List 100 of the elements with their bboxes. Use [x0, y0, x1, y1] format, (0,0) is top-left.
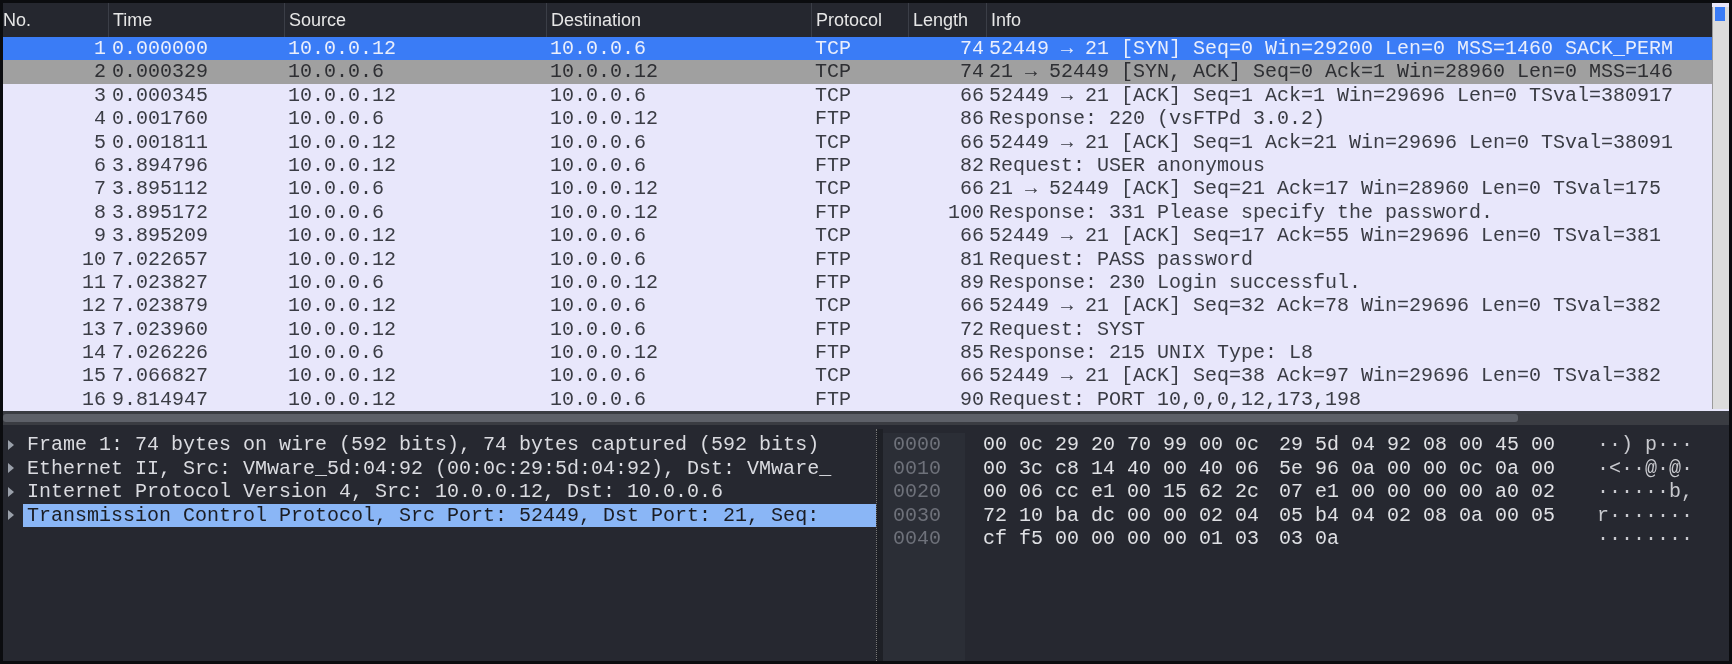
table-cell-text: Response: 215 UNIX Type: L8	[988, 341, 1315, 365]
tree-item[interactable]: Internet Protocol Version 4, Src: 10.0.0.12, Dst: 10.0.0.6	[23, 480, 876, 504]
packet-row[interactable]: 4 0.001760 10.0.0.6 10.0.0.12 FTP 86 Response: 220 (vsFTPd 3.0.2)	[3, 107, 1712, 131]
table-cell-text: 66	[959, 83, 985, 108]
table-cell-text: 86	[959, 107, 985, 131]
table-cell-text: 13	[81, 317, 107, 342]
hex-bytes: 5e 96 0a 00 00 0c 0a 00	[1279, 456, 1557, 480]
tree-item[interactable]: Ethernet II, Src: VMware_5d:04:92 (00:0c:29:5d:04:92), Dst: VMware_	[23, 456, 876, 480]
table-cell-text: 7.023827	[111, 270, 209, 295]
packet-row[interactable]: 14 7.026226 10.0.0.6 10.0.0.12 FTP 85 Response: 215 UNIX Type: L8	[3, 341, 1712, 365]
table-cell-text: FTP	[814, 247, 852, 271]
table-cell-text: 66	[959, 294, 985, 318]
table-cell-text: TCP	[814, 224, 852, 248]
table-cell-text: 15	[81, 364, 107, 388]
packet-row[interactable]: 15 7.066827 10.0.0.12 10.0.0.6 TCP 66 52449 → 21 [ACK] Seq=38 Ack=97 Win=29696 Len=0 TSval=382	[3, 364, 1712, 388]
table-cell-text: 10.0.0.6	[549, 387, 647, 412]
tree-item[interactable]: Transmission Control Protocol, Src Port: 52449, Dst Port: 21, Seq:	[23, 503, 876, 527]
table-cell-text: 10.0.0.6	[287, 270, 385, 295]
table-cell-text: TCP	[814, 60, 852, 84]
table-cell-text: 10.0.0.12	[287, 247, 398, 271]
table-cell-text: 21 → 52449 [SYN, ACK] Seq=0 Ack=1 Win=28960 Len=0 MSS=146	[988, 60, 1675, 84]
packet-row[interactable]: 2 0.000329 10.0.0.6 10.0.0.12 TCP 74 21 → 52449 [SYN, ACK] Seq=0 Ack=1 Win=28960 Len=0 MSS=146	[3, 60, 1712, 84]
table-cell-text: 10.0.0.6	[549, 83, 647, 108]
vertical-scrollbar[interactable]	[1712, 7, 1729, 409]
table-cell-text: 4	[93, 107, 107, 131]
expand-arrow-icon[interactable]	[7, 510, 15, 521]
table-cell-text: TCP	[814, 83, 852, 108]
table-cell-text: 10.0.0.12	[287, 83, 398, 108]
table-cell-text: 10.0.0.6	[549, 364, 647, 388]
table-cell-text: 10.0.0.12	[287, 153, 398, 178]
table-cell-text: FTP	[814, 341, 852, 365]
table-cell-text: 0.000345	[111, 83, 209, 108]
expand-arrow-icon[interactable]	[7, 463, 15, 474]
hex-bytes: cf f5 00 00 00 00 01 03	[983, 527, 1260, 550]
table-cell-text: 7.026226	[111, 341, 209, 365]
packet-row[interactable]: 12 7.023879 10.0.0.12 10.0.0.6 TCP 66 52449 → 21 [ACK] Seq=32 Ack=78 Win=29696 Len=0 TSval=382	[3, 294, 1712, 318]
table-cell-text: 10.0.0.12	[287, 130, 398, 154]
table-cell-text: 10.0.0.12	[549, 60, 660, 84]
table-cell-text: 10.0.0.12	[549, 200, 660, 225]
table-cell-text: 3.895209	[111, 224, 209, 248]
table-cell-text: 7.023879	[111, 294, 209, 318]
byte-offset: 0010	[893, 456, 942, 480]
table-cell-text: 10.0.0.6	[287, 60, 385, 84]
table-cell-text: Request: PASS password	[988, 247, 1255, 271]
packet-row[interactable]: 6 3.894796 10.0.0.12 10.0.0.6 FTP 82 Request: USER anonymous	[3, 153, 1712, 178]
packet-row[interactable]: 10 7.022657 10.0.0.12 10.0.0.6 FTP 81 Request: PASS password	[3, 247, 1712, 271]
table-cell-text: 9.814947	[111, 387, 209, 412]
byte-offset: 0020	[893, 480, 942, 504]
table-cell-text: TCP	[814, 177, 852, 201]
packet-row[interactable]: 8 3.895172 10.0.0.6 10.0.0.12 FTP 100 Response: 331 Please specify the password.	[3, 200, 1712, 225]
table-cell-text: 10.0.0.6	[549, 294, 647, 318]
table-cell-text: 10.0.0.12	[549, 177, 660, 201]
ascii-bytes: r·······	[1597, 503, 1694, 527]
table-cell-text: 10.0.0.12	[287, 317, 398, 342]
table-cell-text: FTP	[814, 200, 852, 225]
table-cell-text: 74	[959, 37, 985, 61]
table-cell-text: FTP	[814, 270, 852, 295]
packet-row[interactable]: 9 3.895209 10.0.0.12 10.0.0.6 TCP 66 52449 → 21 [ACK] Seq=17 Ack=55 Win=29696 Len=0 TSval=381	[3, 224, 1712, 248]
table-cell-text: 10.0.0.12	[287, 37, 398, 61]
table-cell-text: 52449 → 21 [ACK] Seq=17 Ack=55 Win=29696 Len=0 TSval=381	[988, 224, 1663, 248]
table-cell-text: TCP	[814, 294, 852, 318]
packet-row[interactable]: 3 0.000345 10.0.0.12 10.0.0.6 TCP 66 52449 → 21 [ACK] Seq=1 Ack=1 Win=29696 Len=0 TSval=380917	[3, 83, 1712, 108]
expand-arrow-icon[interactable]	[7, 439, 15, 450]
byte-offset: 0040	[893, 527, 942, 551]
splitter-handle[interactable]	[876, 429, 883, 661]
tree-item[interactable]: Frame 1: 74 bytes on wire (592 bits), 74 bytes captured (592 bits)	[23, 433, 876, 457]
table-cell-text: 10.0.0.6	[549, 153, 647, 178]
table-cell-text: 66	[959, 130, 985, 154]
table-cell-text: 10.0.0.6	[549, 224, 647, 248]
table-cell-text: FTP	[814, 153, 852, 178]
hex-bytes: 03 0a	[1279, 527, 1341, 551]
table-cell-text: 7.022657	[111, 247, 209, 271]
table-cell-text: Response: 220 (vsFTPd 3.0.2)	[988, 107, 1327, 131]
table-cell-text: FTP	[814, 317, 852, 342]
column-header[interactable]: No.	[3, 3, 108, 37]
table-cell-text: 10	[81, 247, 107, 271]
expand-arrow-icon[interactable]	[7, 486, 15, 497]
table-cell-text: 3	[93, 83, 107, 108]
table-cell-text: 52449 → 21 [ACK] Seq=32 Ack=78 Win=29696 Len=0 TSval=382	[988, 294, 1663, 318]
table-cell-text: 0.001811	[111, 130, 209, 154]
table-cell-text: 52449 → 21 [ACK] Seq=1 Ack=21 Win=29696 Len=0 TSval=38091	[988, 130, 1675, 154]
ascii-bytes: ··) p···	[1597, 433, 1694, 456]
table-cell-text: 10.0.0.12	[549, 341, 660, 365]
table-cell-text: 7.023960	[111, 317, 209, 342]
table-cell-text: 21 → 52449 [ACK] Seq=21 Ack=17 Win=28960 Len=0 TSval=175	[988, 177, 1663, 201]
table-cell-text: 0.000329	[111, 60, 209, 84]
hex-bytes: 00 3c c8 14 40 00 40 06	[983, 456, 1260, 480]
hex-bytes: 29 5d 04 92 08 00 45 00	[1279, 433, 1557, 457]
horizontal-scrollbar[interactable]	[3, 411, 1729, 425]
table-cell-text: 10.0.0.6	[549, 247, 647, 271]
packet-row[interactable]: 5 0.001811 10.0.0.12 10.0.0.6 TCP 66 52449 → 21 [ACK] Seq=1 Ack=21 Win=29696 Len=0 TSval=38091	[3, 130, 1712, 154]
packet-row[interactable]: 11 7.023827 10.0.0.6 10.0.0.12 FTP 89 Response: 230 Login successful.	[3, 270, 1712, 295]
packet-row[interactable]: 7 3.895112 10.0.0.6 10.0.0.12 TCP 66 21 → 52449 [ACK] Seq=21 Ack=17 Win=28960 Len=0 TSval=175	[3, 177, 1712, 201]
hex-bytes: 05 b4 04 02 08 0a 00 05	[1279, 503, 1557, 527]
byte-offset: 0030	[893, 503, 942, 527]
table-cell-text: 7	[93, 177, 107, 201]
table-cell-text: 3.894796	[111, 153, 209, 178]
packet-row[interactable]: 16 9.814947 10.0.0.12 10.0.0.6 FTP 90 Request: PORT 10,0,0,12,173,198	[3, 387, 1712, 412]
table-cell-text: 66	[959, 364, 985, 388]
packet-row[interactable]: 13 7.023960 10.0.0.12 10.0.0.6 FTP 72 Request: SYST	[3, 317, 1712, 342]
